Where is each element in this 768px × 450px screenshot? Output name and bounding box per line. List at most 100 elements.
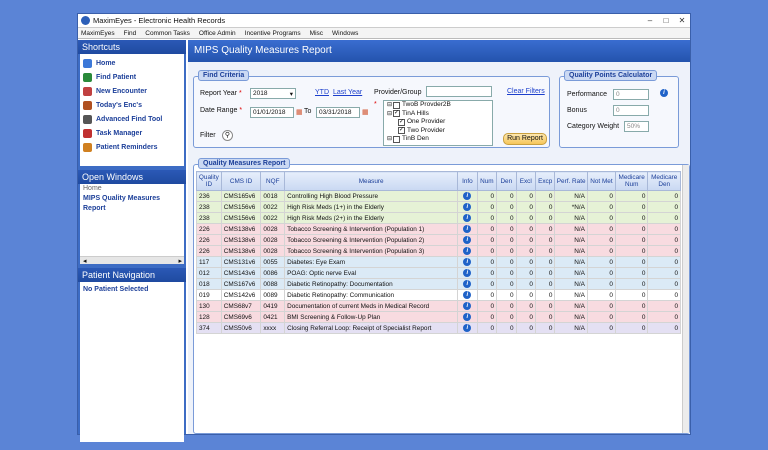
calendar-to-icon[interactable]: ▦ [362, 108, 369, 116]
menu-office-admin[interactable]: Office Admin [199, 30, 236, 37]
info-icon[interactable]: i [463, 225, 472, 233]
info-cell[interactable]: i [457, 311, 478, 323]
shortcut-task-manager[interactable]: Task Manager [80, 126, 184, 140]
tree-checkbox[interactable]: ✓ [398, 118, 405, 126]
info-icon[interactable]: i [463, 280, 472, 288]
provider-tree[interactable]: ⊟ TwoB Provder2B ⊟ ✓ TinA Hills ✓ One Provider… [383, 100, 493, 146]
shortcut-new-encounter[interactable]: New Encounter [80, 84, 184, 98]
table-row[interactable]: 226 CMS138v6 0028 Tobacco Screening & Inter… [196, 234, 681, 246]
clear-filters-link[interactable]: Clear Filters [507, 88, 545, 95]
tree-node[interactable]: ✓ One Provider [384, 118, 492, 127]
tree-node[interactable]: ⊟ ✓ TinA Hills [384, 110, 492, 119]
calculator-info-icon[interactable]: i [660, 89, 668, 97]
info-icon[interactable]: i [463, 192, 472, 200]
info-icon[interactable]: i [463, 269, 472, 277]
info-cell[interactable]: i [457, 289, 478, 301]
table-row[interactable]: 236 CMS165v6 0018 Controlling High Blood Pr… [196, 190, 681, 202]
ytd-link[interactable]: YTD [315, 89, 329, 96]
info-icon[interactable]: i [463, 258, 472, 266]
date-from-input[interactable]: 01/01/2018 [250, 107, 294, 118]
info-cell[interactable]: i [457, 267, 478, 279]
info-cell[interactable]: i [457, 234, 478, 246]
table-row[interactable]: 226 CMS138v6 0028 Tobacco Screening & Inter… [196, 223, 681, 235]
report-scrollbar[interactable] [682, 165, 689, 433]
info-cell[interactable]: i [457, 201, 478, 213]
close-button[interactable]: ✕ [674, 16, 690, 25]
info-icon[interactable]: i [463, 236, 472, 244]
column-header[interactable]: Not Met [586, 171, 616, 191]
info-icon[interactable]: i [463, 214, 472, 222]
info-icon[interactable]: i [463, 324, 472, 332]
menu-misc[interactable]: Misc [310, 30, 323, 37]
menu-incentive-programs[interactable]: Incentive Programs [245, 30, 301, 37]
column-header[interactable]: Quality ID [196, 171, 222, 191]
open-windows-scrollbar[interactable]: ◂ ▸ [80, 256, 184, 265]
info-cell[interactable]: i [457, 223, 478, 235]
shortcut-find-patient[interactable]: Find Patient [80, 70, 184, 84]
info-cell[interactable]: i [457, 300, 478, 312]
table-row[interactable]: 018 CMS167v6 0088 Diabetic Retinopathy: Doc… [196, 278, 681, 290]
shortcut-home[interactable]: Home [80, 56, 184, 70]
table-row[interactable]: 374 CMS50v6 xxxx Closing Referral Loop: Rec… [196, 322, 681, 334]
info-icon[interactable]: i [463, 203, 472, 211]
expander-icon[interactable]: ⊟ [387, 110, 392, 119]
info-cell[interactable]: i [457, 245, 478, 257]
tree-checkbox[interactable]: ✓ [398, 127, 405, 135]
column-header[interactable]: Info [457, 171, 478, 191]
info-icon[interactable]: i [463, 247, 472, 255]
tree-node[interactable]: ⊟ TwoB Provder2B [384, 101, 492, 110]
tree-node[interactable]: ⊟ TinB Den [384, 135, 492, 144]
report-year-select[interactable]: 2018 ▾ [250, 88, 296, 99]
minimize-button[interactable]: – [642, 16, 658, 25]
info-cell[interactable]: i [457, 322, 478, 334]
menu-maximeyes[interactable]: MaximEyes [81, 30, 115, 37]
column-header[interactable]: Num [476, 171, 498, 191]
info-icon[interactable]: i [463, 291, 472, 299]
open-window-home[interactable]: Home [80, 184, 184, 194]
column-header[interactable]: Den [496, 171, 517, 191]
table-row[interactable]: 012 CMS143v6 0086 POAG: Optic nerve Eval i 0 0… [196, 267, 681, 279]
column-header[interactable]: Perf. Rate [554, 171, 588, 191]
tree-checkbox[interactable]: ✓ [393, 110, 401, 118]
info-cell[interactable]: i [457, 256, 478, 268]
table-row[interactable]: 226 CMS138v6 0028 Tobacco Screening & Inter… [196, 245, 681, 257]
table-row[interactable]: 238 CMS156v6 0022 High Risk Meds (2+) in th… [196, 212, 681, 224]
menu-common-tasks[interactable]: Common Tasks [145, 30, 190, 37]
run-report-button[interactable]: Run Report [503, 133, 547, 145]
calendar-from-icon[interactable]: ▦ [296, 108, 303, 116]
table-cell: 0 [515, 190, 536, 202]
open-window-mips[interactable]: MIPS Quality Measures Report [80, 194, 184, 214]
shortcut-patient-reminders[interactable]: Patient Reminders [80, 140, 184, 154]
column-header[interactable]: Medicare Num [614, 171, 649, 191]
info-icon[interactable]: i [463, 313, 472, 321]
filter-search-icon[interactable]: ⚲ [222, 130, 233, 141]
date-to-input[interactable]: 03/31/2018 [316, 107, 360, 118]
info-cell[interactable]: i [457, 190, 478, 202]
tree-node[interactable]: ✓ Two Provider [384, 127, 492, 136]
shortcut-advanced-find-tool[interactable]: Advanced Find Tool [80, 112, 184, 126]
table-row[interactable]: 128 CMS69v6 0421 BMI Screening & Follow-Up … [196, 311, 681, 323]
table-row[interactable]: 130 CMS68v7 0419 Documentation of current M… [196, 300, 681, 312]
table-row[interactable]: 238 CMS156v6 0022 High Risk Meds (1+) in th… [196, 201, 681, 213]
column-header[interactable]: NQF [260, 171, 286, 191]
shortcut-today-s-enc-s[interactable]: Today's Enc's [80, 98, 184, 112]
menu-find[interactable]: Find [124, 30, 137, 37]
table-row[interactable]: 019 CMS142v6 0089 Diabetic Retinopathy: Com… [196, 289, 681, 301]
expander-icon[interactable]: ⊟ [387, 135, 392, 144]
column-header[interactable]: Measure [284, 171, 459, 191]
provider-search-input[interactable] [426, 86, 492, 97]
column-header[interactable]: Excp [534, 171, 556, 191]
tree-checkbox[interactable] [393, 135, 401, 143]
maximize-button[interactable]: □ [658, 16, 674, 25]
menu-windows[interactable]: Windows [332, 30, 358, 37]
info-cell[interactable]: i [457, 212, 478, 224]
column-header[interactable]: Excl [515, 171, 536, 191]
info-cell[interactable]: i [457, 278, 478, 290]
tree-checkbox[interactable] [393, 101, 401, 109]
column-header[interactable]: CMS ID [220, 171, 262, 191]
column-header[interactable]: Medicare Den [647, 171, 681, 191]
expander-icon[interactable]: ⊟ [387, 101, 392, 110]
last-year-link[interactable]: Last Year [333, 89, 362, 96]
info-icon[interactable]: i [463, 302, 472, 310]
table-row[interactable]: 117 CMS131v6 0055 Diabetes: Eye Exam i 0 0 0 0 N/… [196, 256, 681, 268]
